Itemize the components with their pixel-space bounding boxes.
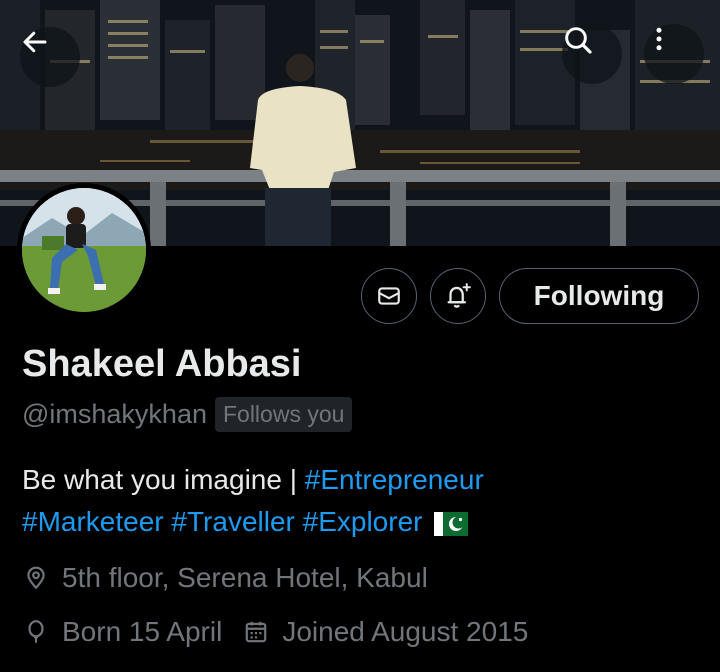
- search-button[interactable]: [562, 24, 622, 84]
- bio-text: Be what you imagine |: [22, 464, 305, 495]
- avatar-illustration: [22, 188, 146, 312]
- following-button[interactable]: Following: [499, 268, 699, 324]
- hashtag-link[interactable]: #Traveller: [171, 506, 294, 537]
- profile-avatar[interactable]: [17, 183, 151, 317]
- message-button[interactable]: [361, 268, 417, 324]
- hashtag-link[interactable]: #Marketeer: [22, 506, 164, 537]
- hashtag-link[interactable]: #Explorer: [303, 506, 423, 537]
- handle-row: @imshakykhan Follows you: [22, 397, 353, 432]
- back-button[interactable]: [20, 27, 80, 87]
- pakistan-flag-icon: [434, 511, 469, 536]
- location-text: 5th floor, Serena Hotel, Kabul: [62, 562, 428, 593]
- joined-text: Joined August 2015: [282, 616, 529, 647]
- balloon-icon: [22, 618, 50, 646]
- more-options-button[interactable]: [644, 24, 704, 84]
- arrow-left-icon: [23, 31, 47, 53]
- profile-dates: Born 15 April Joined August 2015: [22, 616, 528, 648]
- notify-button[interactable]: [430, 268, 486, 324]
- search-icon: [565, 27, 592, 54]
- calendar-icon: [242, 618, 270, 646]
- profile-name: Shakeel Abbasi: [22, 343, 302, 385]
- bell-plus-icon: [447, 283, 471, 308]
- birth-text: Born 15 April: [62, 616, 223, 647]
- more-vertical-icon: [656, 27, 662, 51]
- location-pin-icon: [22, 564, 50, 592]
- profile-handle: @imshakykhan: [22, 399, 207, 429]
- follows-you-badge: Follows you: [214, 397, 353, 432]
- profile-location: 5th floor, Serena Hotel, Kabul: [22, 562, 428, 594]
- mail-icon: [378, 287, 400, 305]
- avatar-photo: [22, 188, 146, 312]
- hashtag-link[interactable]: #Entrepreneur: [305, 464, 484, 495]
- profile-bio: Be what you imagine | #Entrepreneur #Mar…: [22, 459, 712, 543]
